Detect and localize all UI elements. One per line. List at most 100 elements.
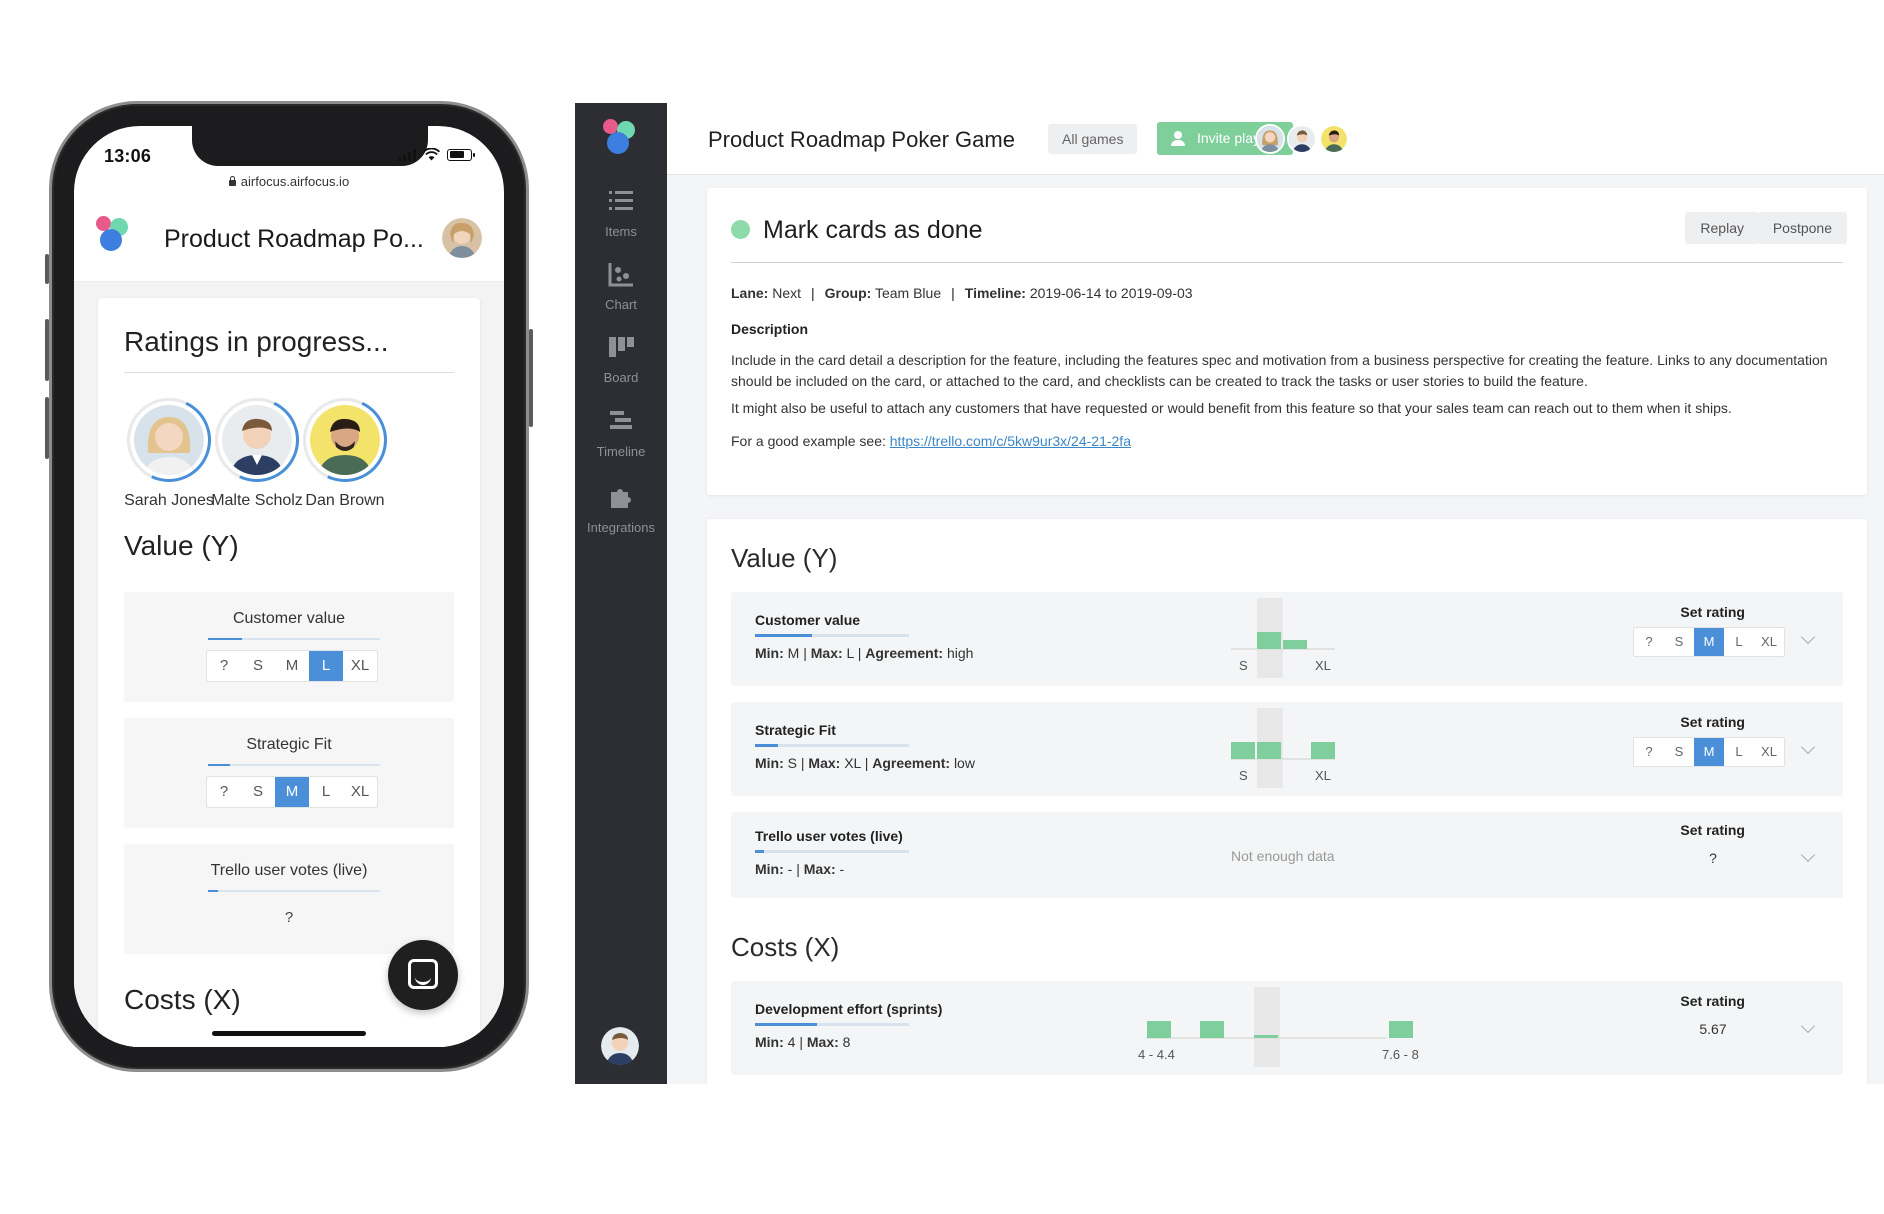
rating-option[interactable]: S [241,651,275,681]
rating-selector[interactable]: ? S M L XL [206,776,378,808]
chevron-down-icon[interactable] [1800,1018,1816,1034]
chevron-down-icon[interactable] [1800,629,1816,645]
rating-option[interactable]: M [1694,628,1724,656]
sidebar-item-label: Timeline [596,444,646,459]
set-rating-label: Set rating [1680,993,1745,1009]
description-paragraph: It might also be useful to attach any cu… [731,400,1732,416]
rating-value[interactable]: 5.67 [1693,1021,1733,1037]
criterion-stats: Min: M | Max: L | Agreement: high [755,645,974,661]
avatar[interactable] [1287,124,1317,154]
histogram-label: S [1239,658,1248,673]
rating-option[interactable]: ? [1634,738,1664,766]
criterion-name: Strategic Fit [755,722,836,738]
sidebar: Items Chart Board Timeline Integrations [575,103,667,1084]
timeline-label: Timeline: [964,285,1026,301]
airfocus-logo[interactable] [603,119,641,157]
phone-mockup: 13:06 airfocus.airfocus.io Product Roadm… [45,101,533,1072]
rating-selector[interactable]: ? S M L XL [1633,737,1785,767]
lock-icon [228,176,236,186]
sidebar-item-items[interactable]: Items [575,187,667,239]
phone-volume-down [45,397,49,459]
progress-bar [208,638,380,640]
sidebar-item-chart[interactable]: Chart [575,260,667,312]
rating-option[interactable]: ? [207,651,241,681]
signal-icon [398,148,416,161]
card-meta: Lane: Next | Group: Team Blue | Timeline: 20… [731,285,1193,301]
mobile-header: Product Roadmap Po... [74,198,504,282]
sidebar-item-integrations[interactable]: Integrations [575,483,667,535]
avatar[interactable] [442,218,482,258]
rating-option[interactable]: S [241,777,275,807]
rating-option[interactable]: ? [207,777,241,807]
example-prefix: For a good example see: [731,433,890,449]
histogram-label: XL [1315,658,1331,673]
rating-option[interactable]: L [1724,628,1754,656]
rating-option[interactable]: XL [1754,628,1784,656]
postpone-button[interactable]: Postpone [1757,212,1847,244]
status-dot [731,220,750,239]
rating-option[interactable]: XL [343,651,377,681]
airfocus-logo[interactable] [96,216,134,254]
chat-launcher-button[interactable] [388,940,458,1010]
all-games-button[interactable]: All games [1048,124,1138,154]
home-indicator [212,1031,366,1036]
criterion-stats: Min: - | Max: - [755,861,845,877]
rating-row-strategic-fit: Strategic Fit Min: S | Max: XL | Agreeme… [731,702,1843,796]
example-link[interactable]: https://trello.com/c/5kw9ur3x/24-21-2fa [890,433,1131,449]
rating-option[interactable]: L [1724,738,1754,766]
criterion-name: Trello user votes (live) [755,828,903,844]
rating-option[interactable]: S [1664,628,1694,656]
card-details: Mark cards as done Replay Postpone Lane:… [707,188,1867,495]
criterion-name: Development effort (sprints) [755,1001,943,1017]
criterion-value: ? [284,909,294,926]
player-name: Dan Brown [305,492,385,509]
rating-option[interactable]: M [1694,738,1724,766]
rating-option[interactable]: XL [1754,738,1784,766]
divider [731,262,1843,263]
criterion-stats: Min: S | Max: XL | Agreement: low [755,755,975,771]
progress-bar [755,850,909,853]
chevron-down-icon[interactable] [1800,739,1816,755]
description-heading: Description [731,321,809,337]
page-title: Product Roadmap Poker Game [708,127,1015,152]
replay-button[interactable]: Replay [1685,212,1759,244]
rating-option[interactable]: S [1664,738,1694,766]
url-bar[interactable]: airfocus.airfocus.io [74,174,504,189]
player-dan: Dan Brown [290,386,400,510]
rating-selector[interactable]: ? S M L XL [1633,627,1785,657]
add-user-icon [1171,131,1187,147]
chevron-down-icon[interactable] [1800,847,1816,863]
sidebar-item-board[interactable]: Board [575,333,667,385]
rating-option[interactable]: L [309,777,343,807]
rating-option[interactable]: M [275,777,309,807]
url-text: airfocus.airfocus.io [240,174,350,189]
rating-value[interactable]: ? [1703,850,1723,866]
costs-section-title: Costs (X) [731,932,840,962]
top-bar: Product Roadmap Poker Game All games Inv… [667,103,1884,175]
sidebar-item-label: Items [605,224,637,239]
set-rating-label: Set rating [1680,604,1745,620]
avatar[interactable] [1319,124,1349,154]
value-section-title: Value (Y) [731,543,838,573]
rating-histogram: 4 - 4.4 7.6 - 8 [1138,987,1446,1067]
sidebar-item-label: Board [603,370,639,385]
criterion-trello-votes: Trello user votes (live) ? [124,844,454,954]
phone-power-button [529,329,533,427]
rating-option[interactable]: ? [1634,628,1664,656]
avatar[interactable] [1255,124,1285,154]
user-avatar[interactable] [601,1027,639,1065]
criterion-customer-value: Customer value ? S M L XL [124,592,454,702]
phone-mute-switch [45,254,49,284]
criterion-name: Customer value [755,612,861,628]
lane-label: Lane: [731,285,769,301]
rating-option[interactable]: XL [343,777,377,807]
criterion-label: Strategic Fit [246,736,332,753]
board-icon [609,337,634,357]
sidebar-item-timeline[interactable]: Timeline [575,407,667,459]
card-title: Mark cards as done [763,216,983,244]
rating-option[interactable]: M [275,651,309,681]
histogram-label: 7.6 - 8 [1382,1047,1419,1062]
rating-selector[interactable]: ? S M L XL [206,650,378,682]
battery-icon [447,148,475,161]
rating-option[interactable]: L [309,651,343,681]
